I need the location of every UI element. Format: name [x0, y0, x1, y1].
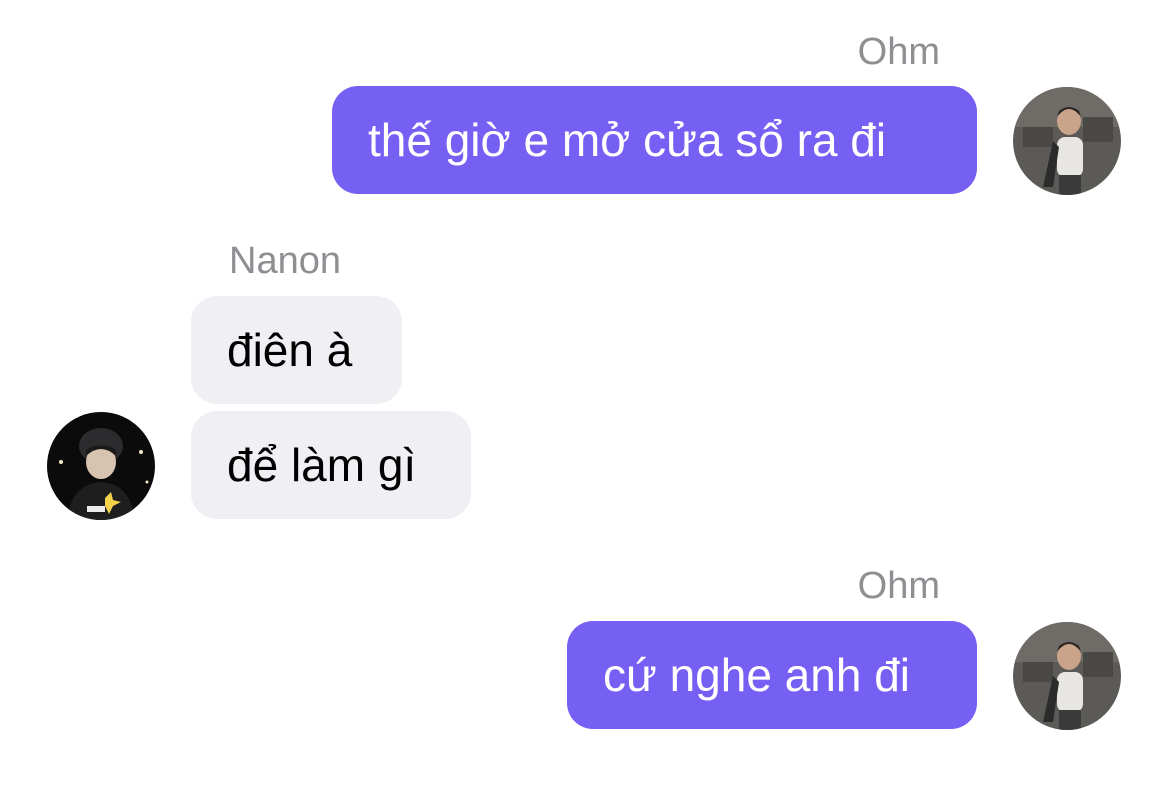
message-bubble-outgoing[interactable]: cứ nghe anh đi: [567, 621, 977, 729]
sender-name-nanon: Nanon: [229, 240, 341, 282]
ohm-avatar-photo-icon: [1013, 622, 1121, 730]
nanon-avatar[interactable]: [47, 412, 155, 520]
sender-name-ohm: Ohm: [857, 565, 940, 607]
chat-transcript: Ohm thế giờ e mở cửa sổ ra đi Nanon điên…: [0, 0, 1169, 802]
message-bubble-outgoing[interactable]: thế giờ e mở cửa sổ ra đi: [332, 86, 977, 194]
ohm-avatar[interactable]: [1013, 622, 1121, 730]
sender-name-ohm: Ohm: [857, 31, 940, 73]
nanon-avatar-photo-icon: [47, 412, 155, 520]
ohm-avatar[interactable]: [1013, 87, 1121, 195]
message-bubble-incoming[interactable]: điên à: [191, 296, 402, 404]
ohm-avatar-photo-icon: [1013, 87, 1121, 195]
message-bubble-incoming[interactable]: để làm gì: [191, 411, 471, 519]
